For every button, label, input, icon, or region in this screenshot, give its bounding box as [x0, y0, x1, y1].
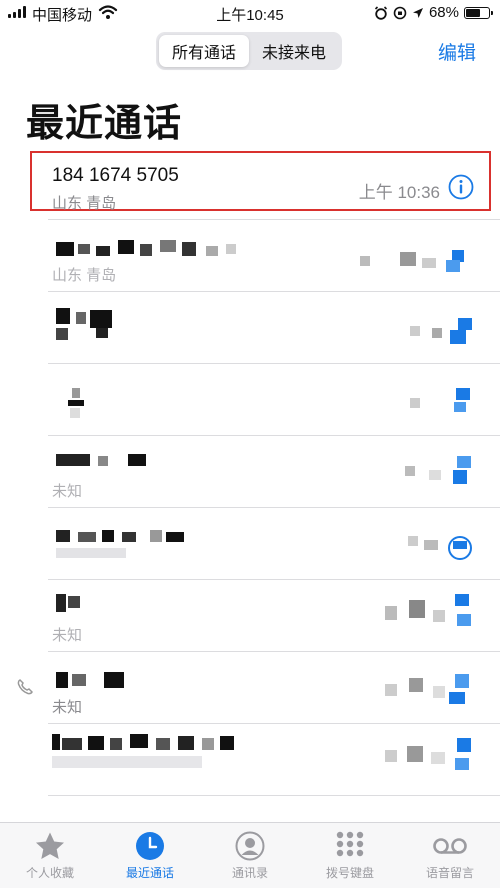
pixelated-time	[410, 318, 480, 350]
call-location: 未知	[52, 627, 83, 644]
pixelated-time	[360, 250, 470, 274]
pixelated-time	[385, 594, 485, 638]
pixelated-number	[56, 530, 196, 564]
keypad-icon	[336, 831, 364, 857]
call-row[interactable]: 未知	[0, 652, 500, 724]
tab-voicemail[interactable]: 语音留言	[400, 823, 500, 888]
call-location: 山东 青岛	[52, 267, 117, 284]
clock-icon	[136, 832, 164, 860]
call-row[interactable]: 山东 青岛	[0, 220, 500, 292]
star-icon	[36, 832, 64, 859]
tab-contacts[interactable]: 通讯录	[200, 823, 300, 888]
call-row[interactable]: 184 1674 5705 山东 青岛 上午 10:36	[0, 148, 500, 220]
info-icon	[448, 536, 472, 560]
battery-icon	[464, 6, 493, 19]
pixelated-number	[56, 308, 126, 348]
call-row[interactable]	[0, 292, 500, 364]
tab-label: 最近通话	[125, 866, 174, 880]
call-filter-segmented-control: 所有通话 未接来电	[156, 32, 342, 70]
edit-button[interactable]: 编辑	[438, 38, 476, 65]
call-number: 184 1674 5705	[52, 165, 179, 186]
page-title: 最近通话	[26, 103, 183, 145]
call-row[interactable]	[0, 724, 500, 796]
pixelated-number	[56, 594, 96, 618]
call-row[interactable]	[0, 508, 500, 580]
recent-calls-list: 184 1674 5705 山东 青岛 上午 10:36 山东 青岛 未知 未知…	[0, 148, 500, 796]
call-row[interactable]	[0, 364, 500, 436]
contacts-icon	[235, 831, 265, 861]
orientation-lock-icon	[393, 6, 407, 19]
pixelated-time	[385, 674, 485, 714]
pixelated-time	[410, 388, 480, 422]
pixelated-time	[405, 456, 485, 496]
status-bar: 中国移动 上午10:45 68%	[0, 0, 500, 26]
tab-label: 通讯录	[231, 866, 268, 880]
call-location: 未知	[52, 699, 83, 716]
tab-favorites[interactable]: 个人收藏	[0, 823, 100, 888]
pixelated-number	[56, 240, 246, 260]
voicemail-icon	[433, 838, 467, 854]
alarm-icon	[374, 5, 388, 20]
battery-percentage: 68%	[428, 4, 459, 21]
tab-bar: 个人收藏 最近通话 通讯录 拨号键盘 语音留言	[0, 822, 500, 888]
tab-label: 语音留言	[425, 866, 474, 880]
tab-recents[interactable]: 最近通话	[100, 823, 200, 888]
segment-all-calls[interactable]: 所有通话	[159, 35, 249, 67]
pixelated-time	[385, 738, 485, 782]
call-time: 上午 10:36	[358, 183, 440, 202]
phone-icon	[17, 679, 33, 695]
call-row[interactable]: 未知	[0, 436, 500, 508]
pixelated-time	[408, 530, 488, 570]
tab-keypad[interactable]: 拨号键盘	[300, 823, 400, 888]
tab-label: 拨号键盘	[325, 866, 374, 880]
location-icon	[412, 7, 423, 18]
pixelated-number	[56, 672, 136, 692]
tab-label: 个人收藏	[25, 866, 74, 880]
pixelated-number	[52, 734, 242, 774]
info-icon[interactable]	[448, 174, 474, 200]
call-location: 山东 青岛	[52, 195, 117, 212]
pixelated-number	[56, 454, 156, 474]
call-location: 未知	[52, 483, 83, 500]
pixelated-number	[60, 388, 100, 422]
call-row[interactable]: 未知	[0, 580, 500, 652]
segment-missed-calls[interactable]: 未接来电	[249, 35, 339, 67]
